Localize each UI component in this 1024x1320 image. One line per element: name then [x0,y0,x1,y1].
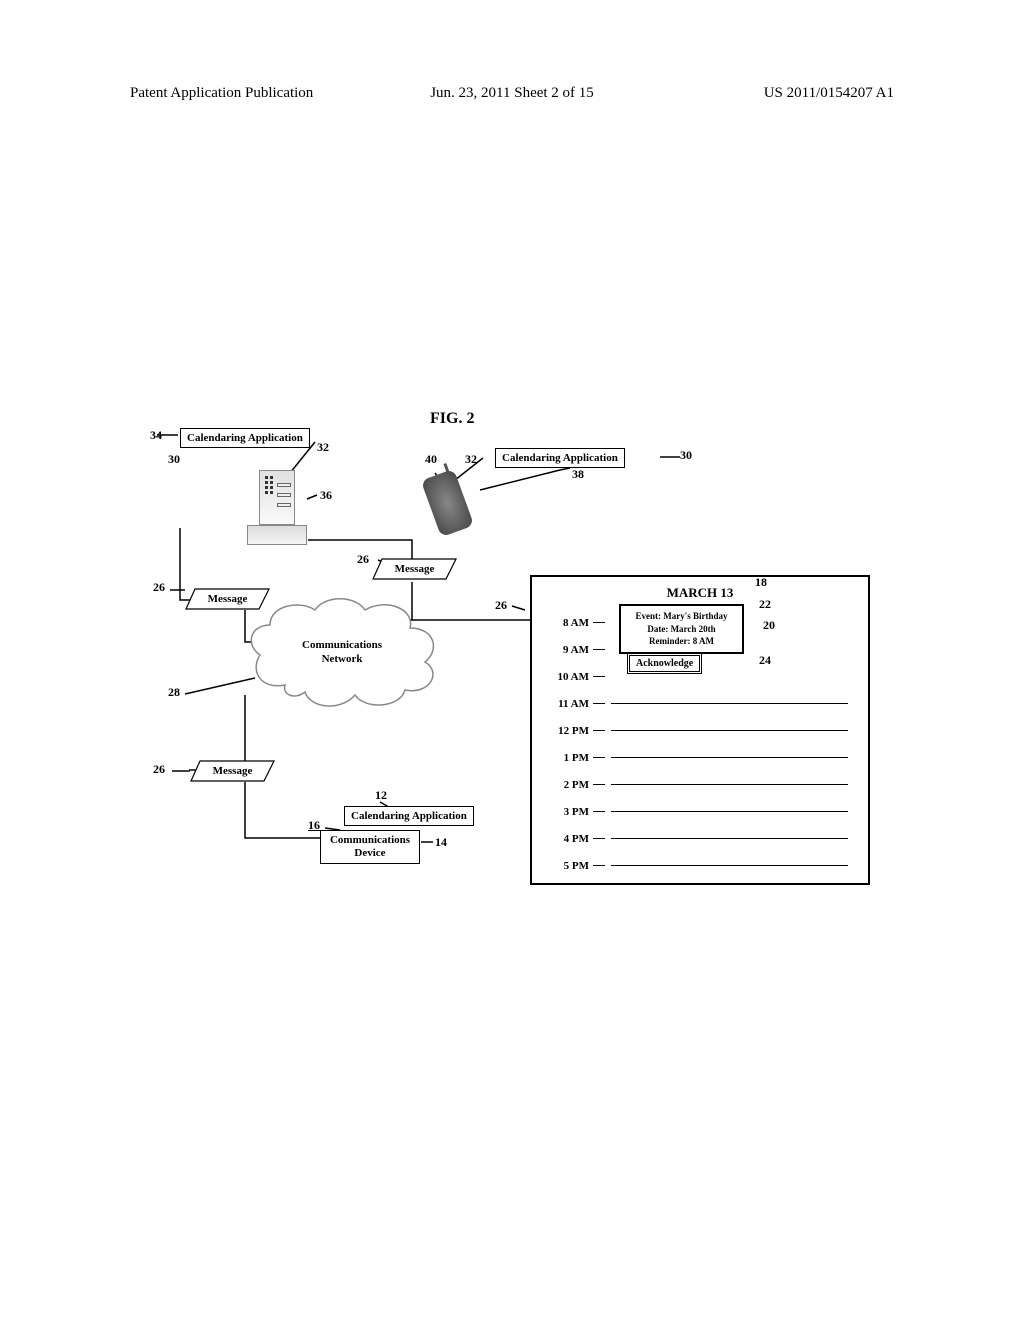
ref-38: 38 [572,467,584,482]
ref-16: 16 [308,818,320,833]
calendar-panel: MARCH 13 8 AM 9 AM 10 AM 11 AM 12 PM 1 P… [530,575,870,885]
cloud-label: Communications Network [302,638,382,667]
calendar-title: MARCH 13 [532,585,868,601]
ref-40: 40 [425,452,437,467]
reminder-popup: Event: Mary's Birthday Date: March 20th … [619,604,744,654]
ref-14: 14 [435,835,447,850]
ref-22: 22 [759,597,771,612]
acknowledge-button[interactable]: Acknowledge [627,653,702,674]
ref-18: 18 [755,575,767,590]
message-2: Message [372,558,457,580]
ref-26d: 26 [153,762,165,777]
ref-24: 24 [759,653,771,668]
header-center: Jun. 23, 2011 Sheet 2 of 15 [430,85,594,102]
ref-26a: 26 [153,580,165,595]
header-left: Patent Application Publication [130,85,313,102]
communications-device-box: Communications Device [320,830,420,864]
ref-34: 34 [150,428,162,443]
ref-26b: 26 [357,552,369,567]
ref-26c: 26 [495,598,507,613]
ref-28: 28 [168,685,180,700]
server-icon [247,470,307,550]
ref-32-right: 32 [465,452,477,467]
page-header: Patent Application Publication Jun. 23, … [0,85,1024,102]
calendaring-app-box-server: Calendaring Application [180,428,310,448]
ref-36: 36 [320,488,332,503]
ref-12: 12 [375,788,387,803]
ref-20: 20 [763,618,775,633]
header-right: US 2011/0154207 A1 [764,85,894,102]
ref-30-right: 30 [680,448,692,463]
ref-30-left: 30 [168,452,180,467]
figure-2: FIG. 2 [140,410,890,890]
message-3: Message [190,760,275,782]
calendaring-app-box-device: Calendaring Application [344,806,474,826]
ref-32-left: 32 [317,440,329,455]
communications-network-cloud: Communications Network [240,590,450,720]
calendaring-app-box-phone: Calendaring Application [495,448,625,468]
